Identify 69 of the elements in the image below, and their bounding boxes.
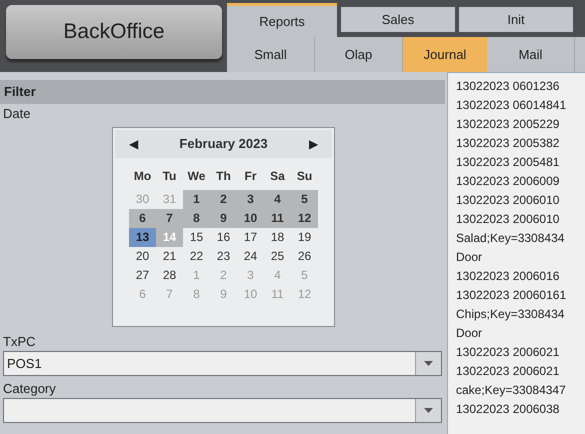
tab[interactable]: Init — [459, 7, 573, 32]
calendar-day[interactable]: 11 — [264, 209, 291, 228]
month-title: February 2023 — [179, 135, 268, 154]
journal-line: 13022023 2006010 — [456, 192, 560, 209]
journal-line: 13022023 2005229 — [456, 116, 560, 133]
calendar-day[interactable]: 4 — [264, 190, 291, 209]
calendar-day[interactable]: 12 — [291, 209, 318, 228]
calendar-day[interactable]: 7 — [156, 209, 183, 228]
calendar-day[interactable]: 13 — [129, 228, 156, 247]
filter-header: Filter — [0, 80, 445, 104]
calendar-day[interactable]: 10 — [237, 209, 264, 228]
weekday-label: Fr — [244, 168, 258, 185]
weekday-label: Th — [215, 168, 232, 185]
weekday-label: Su — [296, 168, 314, 185]
calendar-day[interactable]: 22 — [183, 247, 210, 266]
weekday-label: Mo — [132, 168, 152, 185]
category-label: Category — [2, 380, 57, 398]
calendar-day[interactable]: 2 — [210, 190, 237, 209]
calendar-day[interactable]: 1 — [183, 190, 210, 209]
journal-line: 13022023 2006021 — [456, 363, 560, 380]
journal-line: Salad;Key=3308434 — [456, 230, 564, 247]
tab[interactable]: Reports — [227, 3, 337, 37]
journal-line: cake;Key=33084347 — [456, 382, 566, 399]
journal-line: Door — [456, 325, 482, 342]
calendar-day[interactable]: 5 — [291, 190, 318, 209]
journal-line: 13022023 2005382 — [456, 135, 560, 152]
calendar-day[interactable]: 20 — [129, 247, 156, 266]
backoffice-button[interactable]: BackOffice — [6, 5, 222, 59]
journal-line: Chips;Key=3308434 — [456, 306, 564, 323]
journal-line: 13022023 20060161 — [456, 287, 566, 304]
journal-line: 13022023 2005481 — [456, 154, 560, 171]
tab[interactable]: Journal — [403, 37, 487, 72]
calendar-day[interactable]: 25 — [264, 247, 291, 266]
journal-line: 13022023 2006010 — [456, 211, 560, 228]
calendar-day[interactable]: 21 — [156, 247, 183, 266]
txpc-dropdown[interactable]: POS1 — [3, 351, 442, 376]
journal-line: 13022023 2006016 — [456, 268, 560, 285]
weekday-label: Sa — [269, 168, 286, 185]
journal-line: 13022023 2006021 — [456, 344, 560, 361]
txpc-label: TxPC — [2, 333, 36, 351]
calendar-day[interactable]: 27 — [129, 266, 156, 285]
next-month-button[interactable]: ▶ — [308, 135, 318, 153]
dropdown-arrow-icon — [424, 408, 433, 413]
calendar-day[interactable]: 23 — [210, 247, 237, 266]
journal-line: 13022023 2006038 — [456, 401, 560, 418]
journal-line: Door — [456, 249, 482, 266]
calendar-day[interactable]: 3 — [237, 190, 264, 209]
calendar-day[interactable]: 6 — [129, 209, 156, 228]
txpc-value: POS1 — [6, 355, 43, 373]
journal-line: 13022023 0601236 — [456, 78, 560, 95]
journal-line: 13022023 2006009 — [456, 173, 560, 190]
dropdown-arrow-icon — [424, 361, 433, 366]
date-label: Date — [2, 105, 32, 123]
calendar-day[interactable]: 15 — [183, 228, 210, 247]
calendar-day[interactable]: 9 — [210, 209, 237, 228]
calendar-day[interactable]: 24 — [237, 247, 264, 266]
tab[interactable]: Sales — [341, 7, 455, 32]
calendar-day[interactable]: 8 — [183, 209, 210, 228]
weekday-label: Tu — [162, 168, 178, 185]
previous-month-button[interactable]: ◀ — [129, 135, 138, 153]
calendar-day[interactable]: 19 — [291, 228, 318, 247]
weekday-label: We — [186, 168, 206, 185]
calendar-day[interactable]: 28 — [156, 266, 183, 285]
journal-line: 13022023 06014841 — [456, 97, 566, 114]
calendar-day[interactable]: 16 — [210, 228, 237, 247]
category-dropdown[interactable] — [3, 398, 442, 423]
calendar-day[interactable]: 26 — [291, 247, 318, 266]
calendar-day[interactable]: 17 — [237, 228, 264, 247]
calendar-day[interactable]: 18 — [264, 228, 291, 247]
